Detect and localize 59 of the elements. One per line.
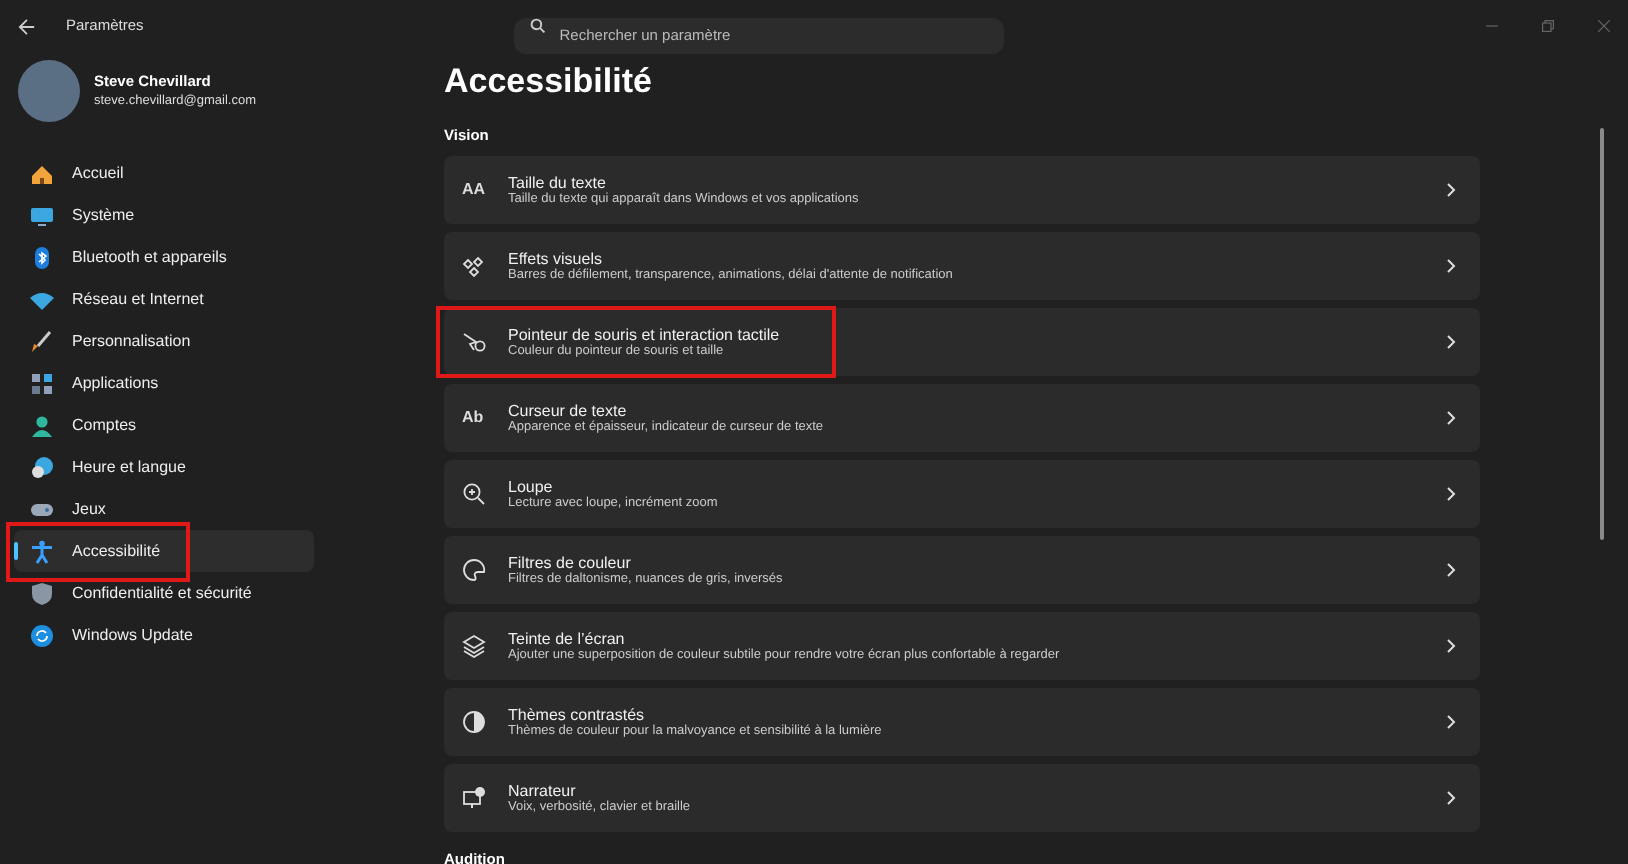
magnifier-icon <box>462 482 486 507</box>
apps-icon <box>30 371 54 395</box>
card-title: Pointeur de souris et interaction tactile <box>508 325 780 344</box>
page-title: Accessibilité <box>444 64 654 98</box>
sidebar-item[interactable]: Accessibilité <box>14 530 314 572</box>
chevron-right-icon <box>1446 562 1456 579</box>
shield-icon <box>30 581 54 605</box>
cursor-icon: Ab <box>462 410 486 427</box>
chevron-right-icon <box>1446 714 1456 731</box>
back-arrow-icon[interactable] <box>18 17 36 35</box>
selection-indicator <box>14 542 18 560</box>
search-icon <box>529 18 546 34</box>
brush-icon <box>30 329 54 353</box>
card-title: Taille du texte <box>508 173 608 192</box>
bluetooth-icon <box>30 245 54 269</box>
chevron-right-icon <box>1446 486 1456 503</box>
minimize-icon[interactable] <box>1486 20 1498 32</box>
card-title: Narrateur <box>508 781 578 800</box>
card-title: Filtres de couleur <box>508 553 633 572</box>
pointer-icon <box>462 330 486 355</box>
sidebar-item[interactable]: Réseau et Internet <box>14 278 314 320</box>
maximize-icon[interactable] <box>1542 20 1554 32</box>
avatar <box>18 60 80 122</box>
sidebar-item[interactable]: Heure et langue <box>14 446 314 488</box>
chevron-right-icon <box>1446 790 1456 807</box>
close-icon[interactable] <box>1598 20 1610 32</box>
sidebar-item[interactable]: Système <box>14 194 314 236</box>
sidebar-item[interactable]: Bluetooth et appareils <box>14 236 314 278</box>
chevron-right-icon <box>1446 410 1456 427</box>
sidebar-item[interactable]: Confidentialité et sécurité <box>14 572 314 614</box>
system-icon <box>30 203 54 227</box>
contrast-icon <box>462 710 486 735</box>
accessibility-icon <box>30 539 54 563</box>
card-title: Teinte de l’écran <box>508 629 627 648</box>
update-icon <box>30 623 54 647</box>
card-title: Curseur de texte <box>508 401 629 420</box>
card-title: Thèmes contrastés <box>508 705 647 724</box>
chevron-right-icon <box>1446 334 1456 351</box>
scrollbar[interactable] <box>1600 128 1604 540</box>
chevron-right-icon <box>1446 638 1456 655</box>
sidebar-item[interactable]: Accueil <box>14 152 314 194</box>
sidebar-item[interactable]: Personnalisation <box>14 320 314 362</box>
chevron-right-icon <box>1446 182 1456 199</box>
palette-icon <box>462 558 486 583</box>
sidebar-item[interactable]: Jeux <box>14 488 314 530</box>
card-title: Effets visuels <box>508 249 604 268</box>
card-title: Loupe <box>508 477 555 496</box>
layers-icon <box>462 634 486 659</box>
time-icon <box>30 455 54 479</box>
sidebar-item[interactable]: Applications <box>14 362 314 404</box>
sidebar-item[interactable]: Comptes <box>14 404 314 446</box>
text-size-icon: AA <box>462 182 486 199</box>
narrator-icon <box>462 786 486 811</box>
sidebar-item[interactable]: Windows Update <box>14 614 314 656</box>
chevron-right-icon <box>1446 258 1456 275</box>
account-icon <box>30 413 54 437</box>
home-icon <box>30 161 54 185</box>
network-icon <box>30 287 54 311</box>
effects-icon <box>462 254 486 279</box>
